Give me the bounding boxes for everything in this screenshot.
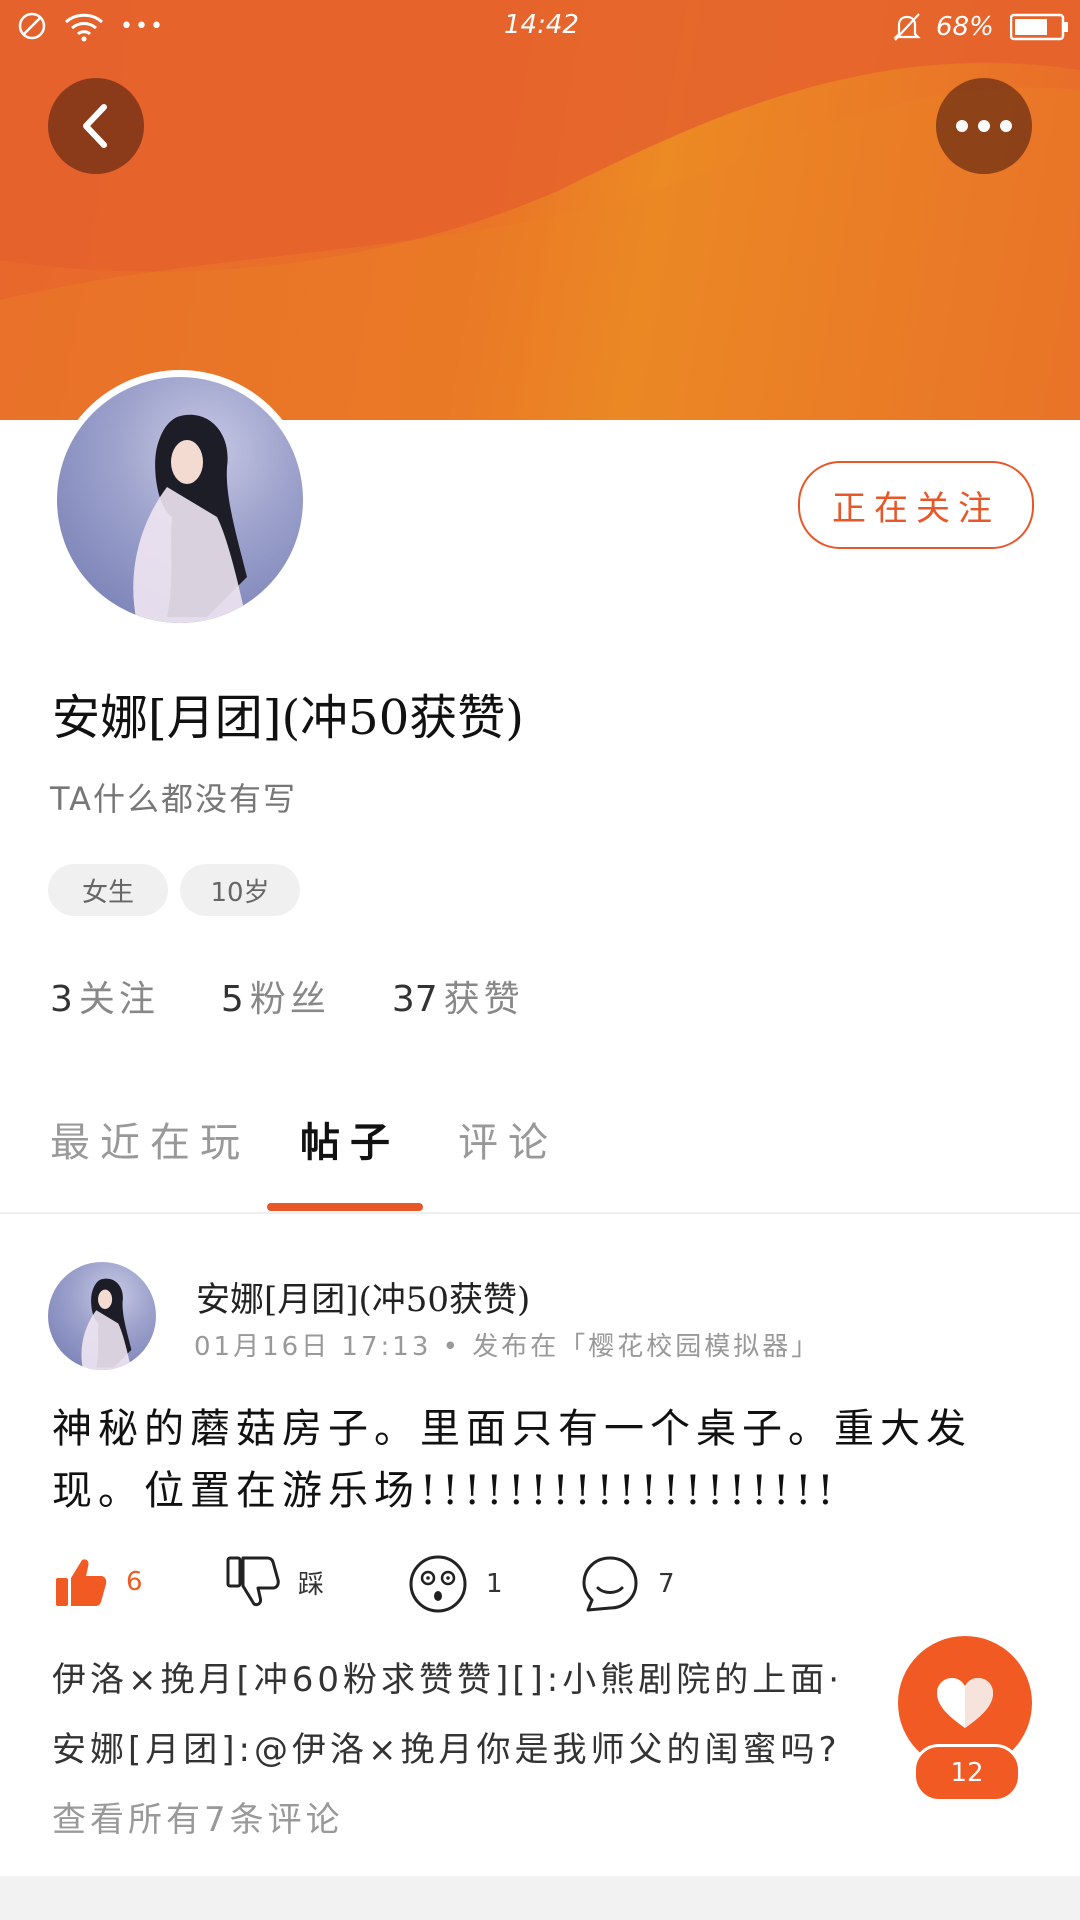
dislike-action[interactable]: 踩 [224, 1554, 324, 1610]
surprise-count: 1 [486, 1569, 503, 1599]
status-left-icons: ••• [16, 10, 165, 42]
age-tag: 10岁 [180, 864, 300, 916]
profile-name: 安娜[月团](冲50获赞) [52, 690, 524, 746]
followers-stat[interactable]: 5 粉丝 [221, 970, 330, 1022]
status-time: 14:42 [504, 10, 579, 40]
back-button[interactable] [48, 78, 144, 174]
followers-count: 5 [220, 979, 244, 1020]
profile-avatar-frame [50, 370, 310, 630]
post-author-avatar[interactable] [48, 1262, 156, 1370]
profile-stats: 3 关注 5 粉丝 37 获赞 [50, 970, 586, 1022]
like-count: 6 [126, 1567, 143, 1597]
post-avatar-figure [81, 1278, 132, 1370]
status-bar: ••• 14:42 68% [0, 0, 1080, 54]
like-action[interactable]: 6 [52, 1554, 143, 1610]
heart-icon [937, 1678, 993, 1728]
likes-count: 37 [391, 979, 438, 1020]
followers-label: 粉丝 [249, 979, 330, 1020]
battery-icon [1009, 13, 1068, 41]
active-tab-indicator [267, 1203, 423, 1211]
gender-tag: 女生 [48, 864, 168, 916]
dnd-icon [18, 12, 46, 40]
view-all-comments-link[interactable]: 查看所有7条评论 [52, 1792, 932, 1862]
comment-action[interactable]: 7 [580, 1554, 675, 1614]
more-options-button[interactable] [936, 78, 1032, 174]
surprised-face-icon [409, 1555, 467, 1613]
battery-percent: 68% [936, 12, 994, 42]
comment-count: 7 [658, 1569, 675, 1599]
tab-posts[interactable]: 帖子 [300, 1110, 400, 1168]
tab-comments[interactable]: 评论 [458, 1110, 558, 1168]
dislike-label: 踩 [298, 1569, 325, 1600]
profile-tabs: 最近在玩 帖子 评论 [0, 1110, 1080, 1211]
tab-recently-played[interactable]: 最近在玩 [50, 1110, 250, 1168]
profile-bio: TA什么都没有写 [50, 780, 297, 818]
next-post-separator [0, 1876, 1080, 1920]
status-right-icons: 68% [890, 10, 1070, 44]
following-label: 关注 [78, 979, 159, 1020]
header-wave-decoration [0, 0, 1080, 420]
comment-preview: 伊洛×挽月[冲60粉求赞赞][]:小熊剧院的上面· 安娜[月团]:@伊洛×挽月你… [52, 1652, 932, 1862]
thumbs-up-icon [56, 1559, 107, 1606]
post-actions: 6 踩 1 7 [0, 1546, 1080, 1620]
avatar-photo-figure [133, 414, 247, 623]
comment-preview-item[interactable]: 伊洛×挽月[冲60粉求赞赞][]:小熊剧院的上面· [52, 1652, 932, 1722]
likes-stat[interactable]: 37 获赞 [392, 970, 524, 1022]
comment-bubble-icon [582, 1556, 638, 1612]
following-button[interactable]: 正在关注 [798, 461, 1034, 549]
post-author-name[interactable]: 安娜[月团](冲50获赞) [196, 1272, 530, 1321]
following-count: 3 [50, 979, 73, 1020]
floating-like-count: 12 [913, 1744, 1021, 1802]
likes-label: 获赞 [443, 979, 524, 1020]
profile-header-banner: ••• 14:42 68% [0, 0, 1080, 420]
tabs-divider [0, 1212, 1080, 1214]
thumbs-down-icon [226, 1556, 280, 1607]
comment-preview-item[interactable]: 安娜[月团]:@伊洛×挽月你是我师父的闺蜜吗? [52, 1722, 932, 1792]
more-notifications-dots: ••• [120, 13, 165, 39]
post-body[interactable]: 神秘的蘑菇房子。里面只有一个桌子。重大发现。位置在游乐场!!!!!!!!!!!!… [52, 1398, 1012, 1522]
surprise-action[interactable]: 1 [408, 1554, 503, 1614]
mute-bell-icon [893, 13, 921, 41]
more-dots-icon [956, 120, 1012, 132]
post-meta: 01月16日 17:13 • 发布在「樱花校园模拟器」 [194, 1332, 821, 1362]
wifi-icon [64, 13, 104, 42]
profile-avatar[interactable] [57, 377, 303, 623]
following-stat[interactable]: 3 关注 [50, 970, 159, 1022]
back-arrow-icon [83, 104, 107, 148]
